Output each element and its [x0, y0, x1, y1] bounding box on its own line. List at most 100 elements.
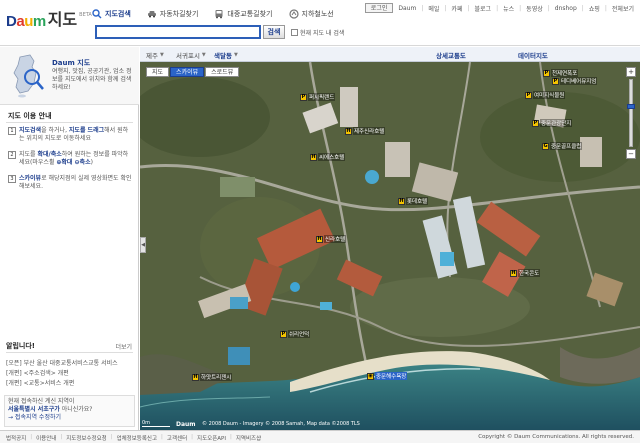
poi-marker[interactable]: P 천제연폭포	[543, 69, 579, 77]
footer-link[interactable]: 지도정보수정요청	[66, 434, 106, 442]
link-dnshop[interactable]: dnshop	[555, 5, 577, 12]
daum-map-watermark: Daum	[176, 421, 196, 428]
promo-region: 서울특별시 서초구가 아니신가요?	[8, 406, 131, 414]
footer-link[interactable]: 법적공지	[6, 434, 26, 442]
poi-marker[interactable]: ◉ 중문해수욕장	[367, 372, 408, 380]
notice-title: 알립니다!	[6, 342, 35, 350]
guide-keyword: 지도검색	[19, 127, 42, 134]
checkbox-label: 현재 지도 내 검색	[300, 29, 345, 37]
link-all[interactable]: 전체보기	[612, 4, 634, 13]
promo-text: 현재 접속하신 계신 지역이	[8, 398, 75, 405]
breadcrumb-label: 색달동	[214, 52, 232, 60]
zoom-slider[interactable]	[627, 79, 635, 147]
tab-roadview[interactable]: 스로드뷰	[205, 67, 240, 77]
detail-traffic-link[interactable]: 상세교통도	[436, 50, 466, 60]
poi-label: 씨에스호텔	[318, 153, 346, 161]
breadcrumb-city[interactable]: 서귀포시 ▼	[176, 50, 206, 60]
place-icon: P	[543, 69, 550, 77]
scale-bar: 0m	[142, 420, 170, 427]
poi-marker[interactable]: H 한국콘도	[510, 269, 541, 277]
notice-more-link[interactable]: 더보기	[115, 342, 132, 351]
poi-marker[interactable]: P 테디베어뮤지엄	[552, 77, 598, 85]
guide-number: 3	[8, 175, 16, 183]
search-input[interactable]	[95, 25, 261, 39]
poi-label: 신라호텔	[324, 235, 347, 243]
map-toolbar: 제주 ▼ 서귀포시 ▼ 색달동 ▼ 상세교통도 데이터지도	[140, 47, 640, 62]
guide-item: 1 지도검색을 하거나, 지도를 드래그해서 원하는 위치의 지도로 이동하세요	[8, 127, 133, 143]
guide-keyword: ⊕확대 ⊖축소	[56, 159, 91, 166]
chevron-down-icon: ▼	[159, 52, 164, 58]
poi-marker[interactable]: H 씨에스호텔	[310, 153, 346, 161]
tab-car-route[interactable]: 자동차길찾기	[147, 9, 198, 19]
guide-keyword: 지도를 드래그	[68, 127, 105, 134]
intro-box: Daum 지도 여행지, 맛집, 공공기관, 업소 정보를 지도에서 위치와 함…	[0, 47, 139, 105]
footer-copyright: Copyright © Daum Communications. All rig…	[478, 434, 634, 440]
link-daum[interactable]: Daum	[398, 5, 416, 12]
guide-number: 2	[8, 151, 16, 159]
daum-logo: Daum	[6, 13, 46, 30]
link-mail[interactable]: 메일	[428, 4, 439, 13]
notice-item[interactable]: [오픈] 부산 울산 대중교통서비스교통 서비스	[6, 358, 136, 367]
daum-map-logo[interactable]: Daum 지도 BETA	[6, 4, 92, 30]
tab-label: 지도검색	[105, 10, 131, 18]
guide-number: 1	[8, 127, 16, 135]
edit-region-link[interactable]: → 접속지역 수정하기	[8, 414, 131, 422]
search-button[interactable]: 검색	[263, 25, 285, 39]
data-map-link[interactable]: 데이터지도	[518, 50, 548, 60]
poi-marker[interactable]: H 하얏트리젠시	[192, 373, 233, 381]
footer-link[interactable]: 지역비즈샵	[236, 434, 261, 442]
notice-item[interactable]: [개편] <주소검색> 개편	[6, 368, 136, 377]
chevron-down-icon: ▼	[201, 52, 206, 58]
footer-link[interactable]: 고객센터	[167, 434, 187, 442]
link-news[interactable]: 뉴스	[503, 4, 514, 13]
tab-transit-route[interactable]: 대중교통길찾기	[214, 9, 273, 19]
tab-subway[interactable]: 지하철노선	[288, 9, 334, 19]
promo-region-name: 서울특별시 서초구가	[8, 406, 60, 413]
search-icon	[92, 9, 102, 19]
poi-marker[interactable]: G 중문골프클럽	[542, 142, 583, 150]
footer-link[interactable]: 업체정보등록신고	[117, 434, 157, 442]
link-shopping[interactable]: 쇼핑	[589, 4, 600, 13]
korea-map-icon	[13, 54, 44, 98]
sidebar-toggle-button[interactable]: ◀	[140, 237, 146, 253]
breadcrumb-province[interactable]: 제주 ▼	[146, 50, 164, 60]
poi-marker[interactable]: H 롯데호텔	[398, 197, 429, 205]
poi-marker[interactable]: P 쉬리언덕	[280, 330, 311, 338]
login-button[interactable]: 로그인	[364, 3, 394, 13]
checkbox-icon[interactable]	[291, 28, 298, 36]
tab-map-search[interactable]: 지도검색	[92, 9, 131, 19]
guide-title: 지도 이용 안내	[8, 112, 52, 120]
poi-label: 여미지식물원	[533, 91, 566, 99]
footer-links: 법적공지 | 이용안내 | 지도정보수정요청 | 업체정보등록신고 | 고객센터 | 지도…	[6, 434, 262, 442]
service-tabs: 지도검색 자동차길찾기 대중교통길찾기 지하철노선	[92, 9, 334, 19]
link-video[interactable]: 동영상	[526, 4, 543, 13]
search-in-map-checkbox[interactable]: 현재 지도 내 검색	[291, 28, 344, 37]
zoom-in-button[interactable]: +	[626, 67, 636, 77]
poi-label: 중문골프클럽	[550, 142, 583, 150]
footer-link[interactable]: 지도오픈API	[197, 434, 226, 442]
map-view[interactable]: 제주 ▼ 서귀포시 ▼ 색달동 ▼ 상세교통도 데이터지도 지도 스카이뷰 스로드뷰 …	[140, 47, 640, 430]
poi-marker[interactable]: H 신라호텔	[316, 235, 347, 243]
poi-marker[interactable]: P 여미지식물원	[525, 91, 566, 99]
subway-icon	[288, 9, 299, 19]
poi-label: 하얏트리젠시	[200, 373, 233, 381]
guide-text: )	[90, 159, 93, 166]
poi-label: 롯데호텔	[406, 197, 429, 205]
zoom-slider-handle[interactable]	[627, 104, 635, 109]
link-cafe[interactable]: 카페	[451, 4, 462, 13]
link-blog[interactable]: 블로그	[475, 4, 492, 13]
footer-link[interactable]: 이용안내	[36, 434, 56, 442]
poi-marker[interactable]: P 중문관광단지	[532, 119, 573, 127]
breadcrumb-dong[interactable]: 색달동 ▼	[214, 50, 238, 60]
tab-skyview[interactable]: 스카이뷰	[170, 67, 205, 77]
search-row: 검색 현재 지도 내 검색	[95, 25, 344, 39]
tab-map[interactable]: 지도	[146, 67, 170, 77]
hotel-icon: H	[398, 197, 405, 205]
notice-item[interactable]: [개편] <교통>서비스 개편	[6, 378, 136, 387]
sidebar: Daum 지도 여행지, 맛집, 공공기관, 업소 정보를 지도에서 위치와 함…	[0, 47, 139, 430]
poi-marker[interactable]: P 퍼시픽랜드	[300, 93, 336, 101]
poi-marker[interactable]: H 제주신라호텔	[345, 127, 386, 135]
beach-icon: ◉	[367, 372, 374, 380]
guide-text: 지도를	[19, 151, 38, 158]
zoom-out-button[interactable]: −	[626, 149, 636, 159]
